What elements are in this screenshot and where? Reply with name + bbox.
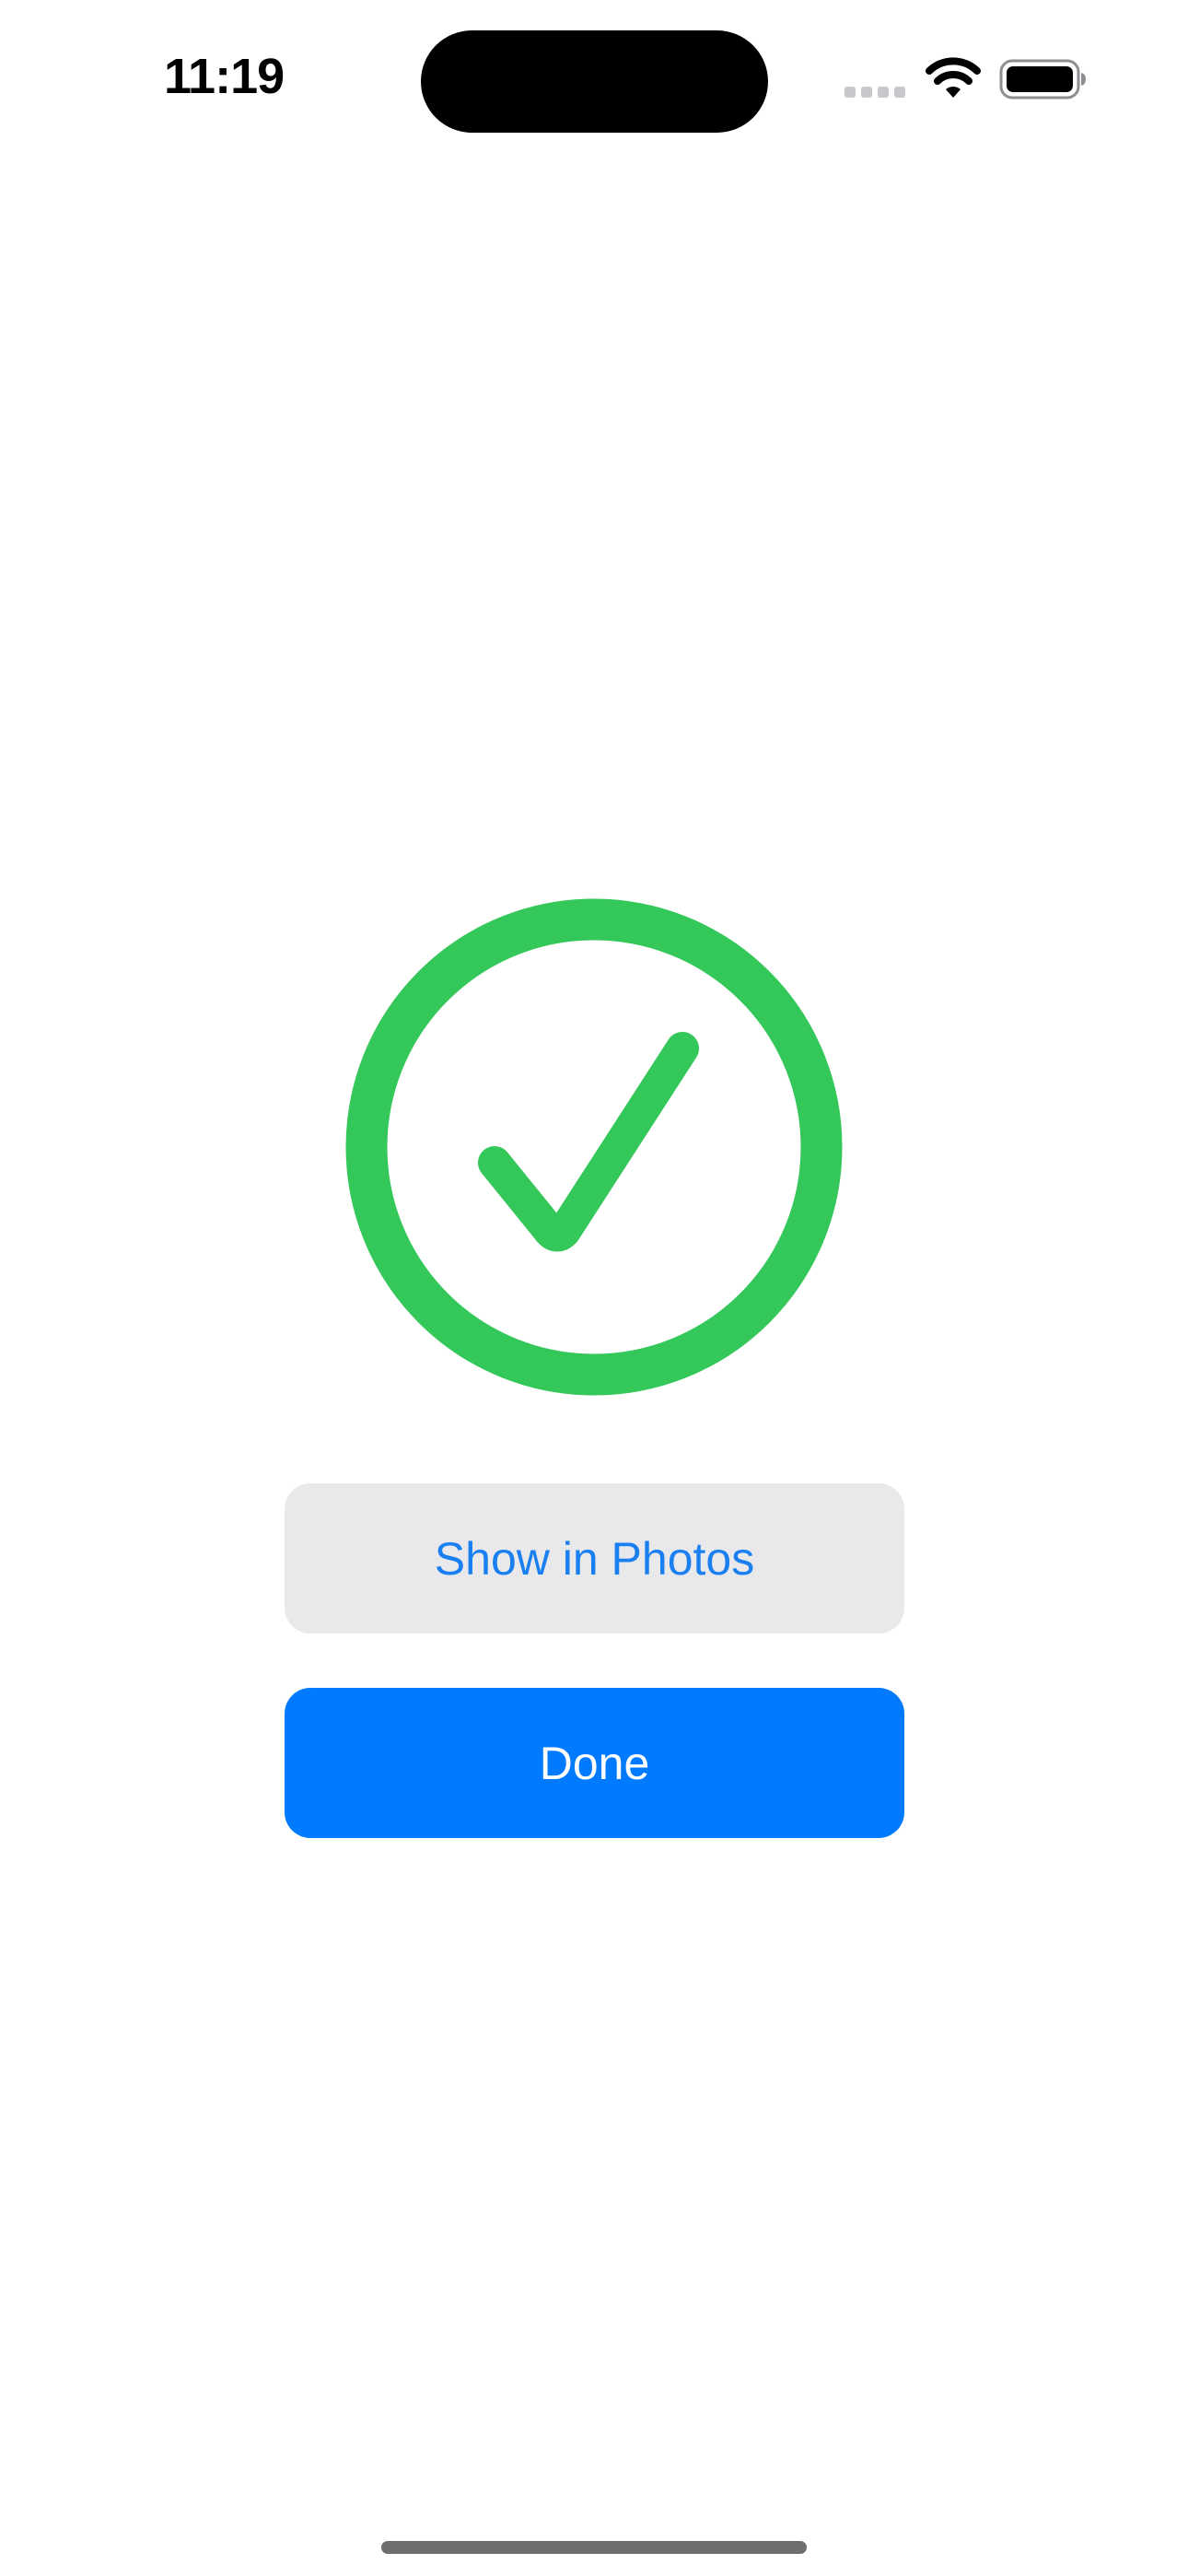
status-bar: 11:19 [0,0,1188,138]
checkmark-circle-icon [345,898,843,1396]
status-time: 11:19 [164,49,285,104]
home-indicator[interactable] [381,2541,807,2554]
wifi-icon [926,57,981,98]
done-button[interactable]: Done [285,1688,904,1838]
dynamic-island [421,30,768,133]
cellular-signal-icon [844,87,905,98]
show-in-photos-button[interactable]: Show in Photos [285,1483,904,1633]
battery-icon [999,59,1086,100]
